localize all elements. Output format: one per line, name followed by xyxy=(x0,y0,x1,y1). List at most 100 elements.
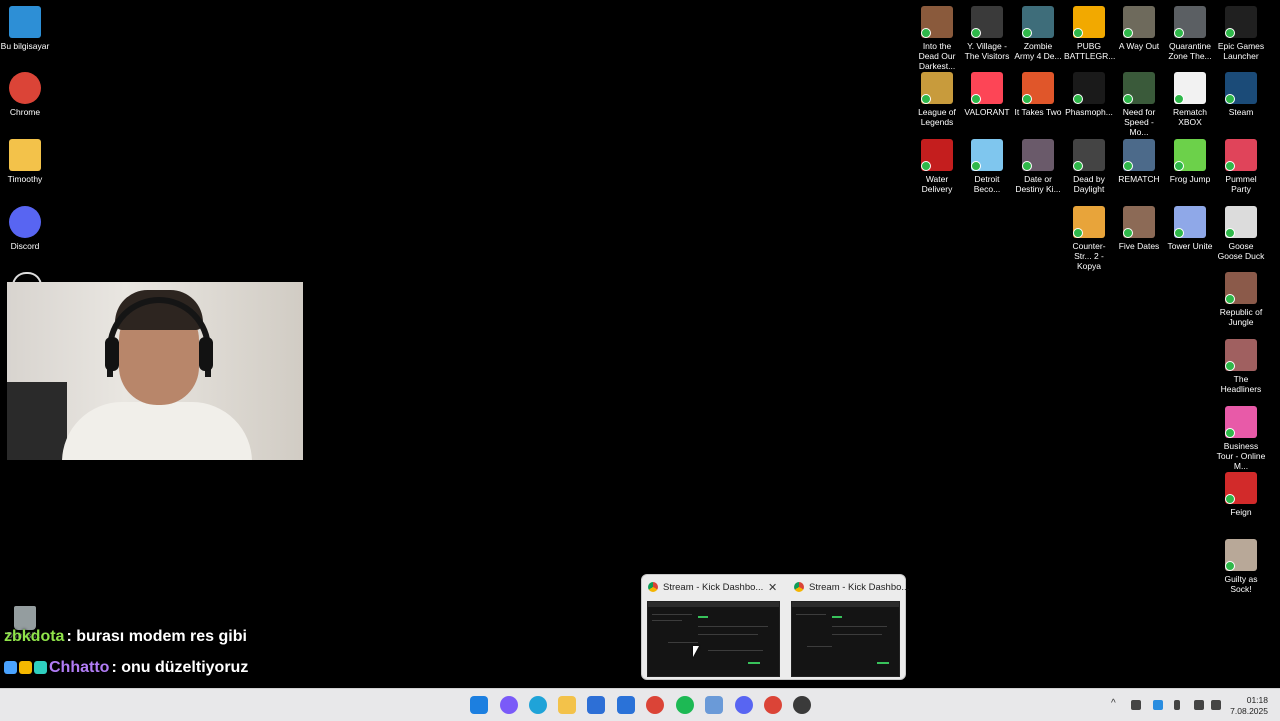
desktop-icon-label: Business Tour - Online M... xyxy=(1216,441,1266,471)
frog-jump-icon xyxy=(1174,139,1206,171)
microphone-icon[interactable] xyxy=(1174,700,1180,710)
desktop-icon-epic-games[interactable]: Epic Games Launcher xyxy=(1216,6,1266,61)
system-clock[interactable]: 01:18 7.08.2025 xyxy=(1230,695,1268,717)
discord-taskbar-icon[interactable] xyxy=(735,696,753,714)
recycle-bin-icon xyxy=(14,606,36,630)
desktop-icon-label: It Takes Two xyxy=(1014,107,1062,117)
desktop-icon-village[interactable]: Y. Village - The Visitors xyxy=(962,6,1012,61)
desktop-icon-guilty-as-sock[interactable]: Guilty as Sock! xyxy=(1216,539,1266,594)
start-button[interactable] xyxy=(470,696,488,714)
obs-icon[interactable] xyxy=(793,696,811,714)
epic-games-icon xyxy=(1225,6,1257,38)
it-takes-two-icon xyxy=(1022,72,1054,104)
preview-close-button[interactable]: ✕ xyxy=(768,581,777,594)
desktop-icon-feign[interactable]: Feign xyxy=(1216,472,1266,517)
sync-check-icon xyxy=(1225,361,1235,371)
desktop-icon-label: Steam xyxy=(1228,107,1254,117)
chrome-taskbar-icon[interactable] xyxy=(646,696,664,714)
sync-check-icon xyxy=(1073,28,1083,38)
display-icon[interactable] xyxy=(1194,700,1204,710)
desktop-icon-tower-unite[interactable]: Tower Unite xyxy=(1165,206,1215,251)
sync-check-icon xyxy=(1073,228,1083,238)
desktop-icon-file[interactable]: Rematch XBOX xyxy=(1165,72,1215,127)
desktop-icon-label: Into the Dead Our Darkest... xyxy=(918,41,956,71)
app-blue-icon[interactable] xyxy=(617,696,635,714)
desktop-icon-detroit[interactable]: Detroit Beco... xyxy=(962,139,1012,194)
preview-window-1[interactable]: Stream - Kick Dashbo... ✕ xyxy=(642,575,787,679)
desktop-icon-folder[interactable]: Timoothy xyxy=(0,139,50,184)
file-explorer-icon[interactable] xyxy=(558,696,576,714)
desktop-icon-rematch[interactable]: REMATCH xyxy=(1114,139,1164,184)
five-dates-icon xyxy=(1123,206,1155,238)
nfs-icon xyxy=(1123,72,1155,104)
desktop-icon-label: Counter-Str... 2 - Kopya xyxy=(1072,241,1106,271)
desktop-icon-label: REMATCH xyxy=(1118,174,1160,184)
desktop-icon-label: Feign xyxy=(1230,507,1252,517)
desktop-icon-label: Chrome xyxy=(9,107,41,117)
discord-icon xyxy=(9,206,41,238)
mouse-cursor xyxy=(693,646,699,657)
desktop-icon-frog-jump[interactable]: Frog Jump xyxy=(1165,139,1215,184)
desktop-icon-discord[interactable]: Discord xyxy=(0,206,50,251)
desktop-icon-label: Dead by Daylight xyxy=(1073,174,1105,194)
spotify-icon[interactable] xyxy=(676,696,694,714)
sync-check-icon xyxy=(1225,294,1235,304)
desktop-icon-business-tour[interactable]: Business Tour - Online M... xyxy=(1216,406,1266,471)
volume-icon[interactable] xyxy=(1211,700,1221,710)
desktop-icon-date-or-destiny[interactable]: Date or Destiny Ki... xyxy=(1013,139,1063,194)
preview-window-2[interactable]: Stream - Kick Dashbo... xyxy=(788,575,909,679)
sync-check-icon xyxy=(1225,228,1235,238)
sync-check-icon xyxy=(971,28,981,38)
desktop-icon-label: Timoothy xyxy=(7,174,43,184)
desktop-icon-valorant[interactable]: VALORANT xyxy=(962,72,1012,117)
desktop-icon-the-headliners[interactable]: The Headliners xyxy=(1216,339,1266,394)
desktop-icon-five-dates[interactable]: Five Dates xyxy=(1114,206,1164,251)
tray-network-icon[interactable] xyxy=(1153,700,1163,710)
chrome-active-icon[interactable] xyxy=(764,696,782,714)
sync-check-icon xyxy=(1022,94,1032,104)
sync-check-icon xyxy=(921,28,931,38)
copilot-icon[interactable] xyxy=(500,696,518,714)
desktop-icon-label: Discord xyxy=(10,241,40,251)
desktop-icon-computer[interactable]: Bu bilgisayar xyxy=(0,6,50,51)
desktop-icon-quarantine-zone[interactable]: Quarantine Zone The... xyxy=(1165,6,1215,61)
desktop-icon-steam[interactable]: Steam xyxy=(1216,72,1266,117)
clock-date: 7.08.2025 xyxy=(1230,706,1268,716)
desktop-icon-pubg[interactable]: PUBG BATTLEGR... xyxy=(1064,6,1116,61)
desktop-icon-nfs[interactable]: Need for Speed - Mo... xyxy=(1114,72,1164,137)
sync-check-icon xyxy=(1073,94,1083,104)
desktop-icon-counter-strike[interactable]: Counter-Str... 2 - Kopya xyxy=(1064,206,1114,271)
edge-icon[interactable] xyxy=(529,696,547,714)
tray-app-icon[interactable] xyxy=(1131,700,1141,710)
store-icon[interactable] xyxy=(587,696,605,714)
desktop-icon-water-delivery[interactable]: Water Delivery xyxy=(912,139,962,194)
desktop-icon-league[interactable]: League of Legends xyxy=(912,72,962,127)
sync-check-icon xyxy=(1174,161,1184,171)
desktop-icon-it-takes-two[interactable]: It Takes Two xyxy=(1013,72,1063,117)
chat-badge-icon xyxy=(19,661,32,675)
desktop-icon-dead-by-daylight[interactable]: Dead by Daylight xyxy=(1064,139,1114,194)
desktop-icon-zombie-army[interactable]: Zombie Army 4 De... xyxy=(1013,6,1063,61)
a-way-out-icon xyxy=(1123,6,1155,38)
rematch-icon xyxy=(1123,139,1155,171)
republic-of-jungle-icon xyxy=(1225,272,1257,304)
desktop-icon-chrome[interactable]: Chrome xyxy=(0,72,50,117)
desktop-icon-republic-of-jungle[interactable]: Republic of Jungle xyxy=(1216,272,1266,327)
desktop-icon-into-the-dead[interactable]: Into the Dead Our Darkest... xyxy=(912,6,962,71)
sync-check-icon xyxy=(1225,28,1235,38)
headset-right-ear xyxy=(199,337,213,371)
desktop-icon-goose-goose-duck[interactable]: Goose Goose Duck xyxy=(1216,206,1266,261)
desktop-icon-label: PUBG BATTLEGR... xyxy=(1064,41,1116,61)
desktop-icon-label: Bu bilgisayar xyxy=(0,41,50,51)
desktop-icon-a-way-out[interactable]: A Way Out xyxy=(1114,6,1164,51)
desktop-icon-pummel-party[interactable]: Pummel Party xyxy=(1216,139,1266,194)
sync-check-icon xyxy=(971,94,981,104)
show-hidden-icons-button[interactable]: ^ xyxy=(1111,698,1116,709)
desktop-icon-label: Quarantine Zone The... xyxy=(1168,41,1212,61)
settings-app-icon[interactable] xyxy=(705,696,723,714)
desktop-icon-phasmophobia[interactable]: Phasmoph... xyxy=(1064,72,1114,117)
feign-icon xyxy=(1225,472,1257,504)
desktop-icon-label: Tower Unite xyxy=(1167,241,1213,251)
guilty-as-sock-icon xyxy=(1225,539,1257,571)
chat-message: zbkdota: burası modem res gibi xyxy=(4,628,247,646)
